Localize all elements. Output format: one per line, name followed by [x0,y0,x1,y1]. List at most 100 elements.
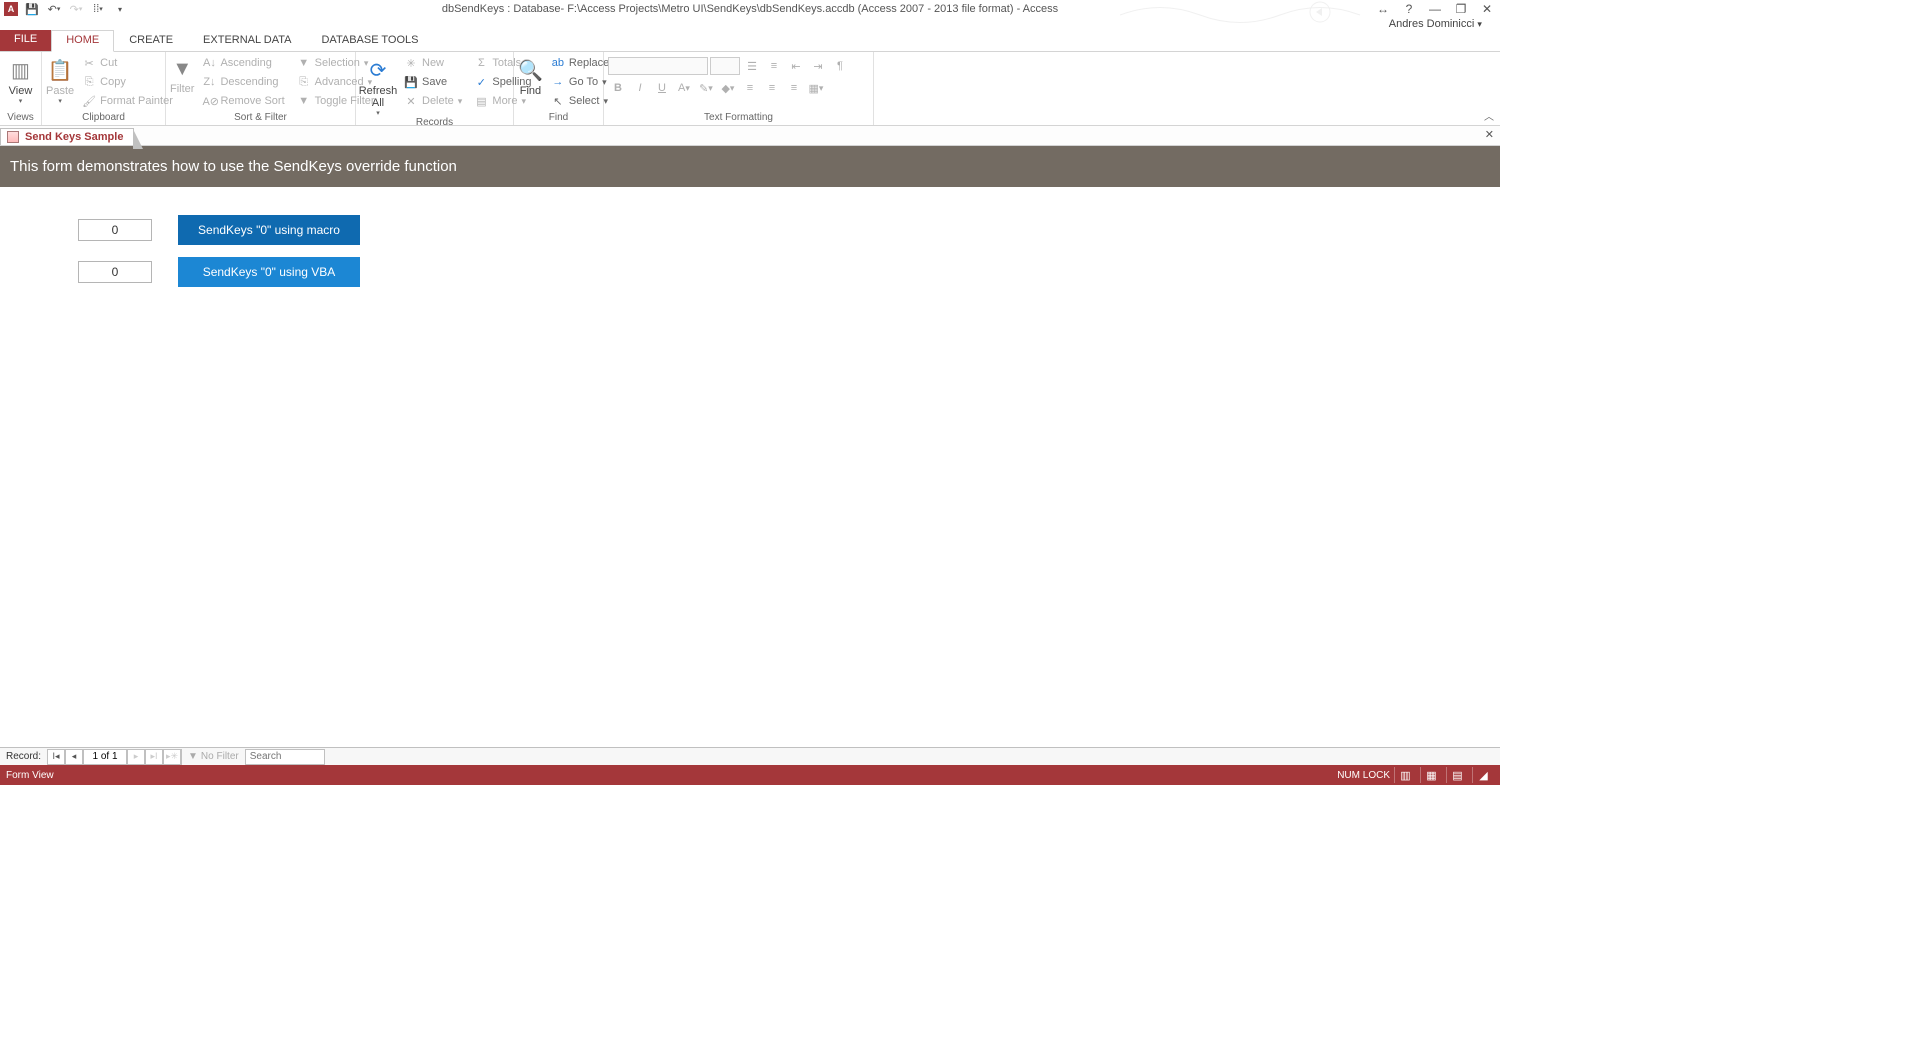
delete-record-button[interactable]: ✕Delete▾ [400,92,466,110]
binoculars-icon: 🔍 [518,58,543,83]
save-icon: 💾 [404,76,418,89]
textfmt-group-label: Text Formatting [608,112,869,125]
sendkeys-macro-button[interactable]: SendKeys "0" using macro [178,215,360,245]
italic-icon[interactable]: I [630,79,650,97]
tab-external-data[interactable]: EXTERNAL DATA [188,30,306,51]
filter-small-icon: ▼ [188,751,198,762]
first-record-icon[interactable]: I◂ [47,749,65,765]
fill-color-icon[interactable]: ◆▾ [718,79,738,97]
brush-icon: 🖌 [82,95,96,108]
paste-icon: 📋 [48,58,73,83]
toggle-filter-icon: ▼ [297,95,311,107]
save-record-button[interactable]: 💾Save [400,73,466,91]
indent-dec-icon[interactable]: ⇤ [786,57,806,75]
new-record-button[interactable]: ✳New [400,54,466,72]
sigma-icon: Σ [474,57,488,69]
form-body: SendKeys "0" using macro SendKeys "0" us… [0,187,1500,747]
datasheet-view-icon[interactable]: ▦ [1420,767,1442,783]
form-icon [7,131,19,143]
last-record-icon[interactable]: ▸I [145,749,163,765]
clipboard-group-label: Clipboard [46,112,161,125]
record-position-input[interactable] [83,749,127,765]
indent-inc-icon[interactable]: ⇥ [808,57,828,75]
sendkeys-vba-button[interactable]: SendKeys "0" using VBA [178,257,360,287]
cut-button[interactable]: ✂Cut [78,54,177,72]
document-tabs: Send Keys Sample ✕ [0,126,1500,146]
highlight-icon[interactable]: ✎▾ [696,79,716,97]
spelling-icon: ✓ [474,76,488,89]
views-group-label: Views [4,112,37,125]
paragraph-icon[interactable]: ¶ [830,57,850,75]
bold-icon[interactable]: B [608,79,628,97]
value-2-input[interactable] [78,261,152,283]
copy-button[interactable]: ⎘Copy [78,73,177,91]
redo-qat-icon[interactable]: ↷▾ [68,1,84,17]
paste-button[interactable]: 📋 Paste ▾ [46,54,74,105]
copy-icon: ⎘ [82,76,96,89]
form-view-icon[interactable]: ▥ [1394,767,1416,783]
tab-file[interactable]: FILE [0,30,51,51]
save-qat-icon[interactable]: 💾 [24,1,40,17]
new-record-nav-icon[interactable]: ▸✳ [163,749,181,765]
delete-icon: ✕ [404,95,418,108]
record-label: Record: [0,751,47,762]
collapse-ribbon-icon[interactable]: ︿ [1484,108,1494,123]
filter-indicator[interactable]: ▼No Filter [181,749,245,765]
doctab-label: Send Keys Sample [25,131,123,143]
design-view-icon[interactable]: ◢ [1472,767,1494,783]
window-title: dbSendKeys : Database- F:\Access Project… [442,3,1058,15]
remove-sort-button[interactable]: A⊘Remove Sort [198,92,288,110]
gridlines-icon[interactable]: ▦▾ [806,79,826,97]
value-1-input[interactable] [78,219,152,241]
minimize-icon[interactable]: — [1426,1,1444,17]
status-left: Form View [6,770,54,781]
more-icon: ▤ [474,95,488,108]
font-color-icon[interactable]: A▾ [674,79,694,97]
find-button[interactable]: 🔍 Find [518,54,543,97]
new-icon: ✳ [404,57,418,70]
font-size-input[interactable] [710,57,740,75]
close-icon[interactable]: ✕ [1478,1,1496,17]
title-bar: A 💾 ↶▾ ↷▾ ⁞⁞▾ ▾ dbSendKeys : Database- F… [0,0,1500,18]
format-painter-button[interactable]: 🖌Format Painter [78,92,177,110]
bullets-icon[interactable]: ☰ [742,57,762,75]
ascending-button[interactable]: A↓Ascending [198,54,288,72]
select-icon: ↖ [551,95,565,108]
numlock-indicator: NUM LOCK [1337,770,1390,781]
tab-home[interactable]: HOME [51,30,114,52]
qat-more-icon[interactable]: ▾ [112,1,128,17]
align-right-icon[interactable]: ≡ [784,79,804,97]
underline-icon[interactable]: U [652,79,672,97]
filter-icon: ▼ [172,58,192,81]
tab-create[interactable]: CREATE [114,30,188,51]
sortfilter-group-label: Sort & Filter [170,112,351,125]
prev-record-icon[interactable]: ◂ [65,749,83,765]
doctab-send-keys-sample[interactable]: Send Keys Sample [0,128,134,145]
filter-button[interactable]: ▼ Filter [170,54,194,95]
ribbon-tabs: FILE HOME CREATE EXTERNAL DATA DATABASE … [0,30,1500,52]
align-center-icon[interactable]: ≡ [762,79,782,97]
undo-qat-icon[interactable]: ↶▾ [46,1,62,17]
align-left-icon[interactable]: ≡ [740,79,760,97]
close-doctab-icon[interactable]: ✕ [1485,128,1494,141]
access-app-icon: A [4,2,18,16]
sort-asc-icon: A↓ [202,57,216,69]
remove-sort-icon: A⊘ [202,95,216,108]
restore-icon[interactable]: ❐ [1452,1,1470,17]
view-button[interactable]: ▥ View ▾ [4,54,37,105]
font-name-input[interactable] [608,57,708,75]
view-icon: ▥ [11,58,30,83]
record-search-input[interactable] [245,749,325,765]
refresh-all-button[interactable]: ⟳ Refresh All ▾ [360,54,396,117]
user-account[interactable]: Andres Dominicci ▾ [0,18,1500,30]
next-record-icon[interactable]: ▸ [127,749,145,765]
tab-database-tools[interactable]: DATABASE TOOLS [306,30,433,51]
customize-qat-icon[interactable]: ⁞⁞▾ [90,1,106,17]
sort-desc-icon: Z↓ [202,76,216,88]
descending-button[interactable]: Z↓Descending [198,73,288,91]
touch-mode-icon[interactable]: ↔ [1374,1,1392,17]
ribbon: ▥ View ▾ Views 📋 Paste ▾ ✂Cut ⎘Copy 🖌For… [0,52,1500,126]
numbering-icon[interactable]: ≡ [764,57,784,75]
help-icon[interactable]: ? [1400,1,1418,17]
layout-view-icon[interactable]: ▤ [1446,767,1468,783]
